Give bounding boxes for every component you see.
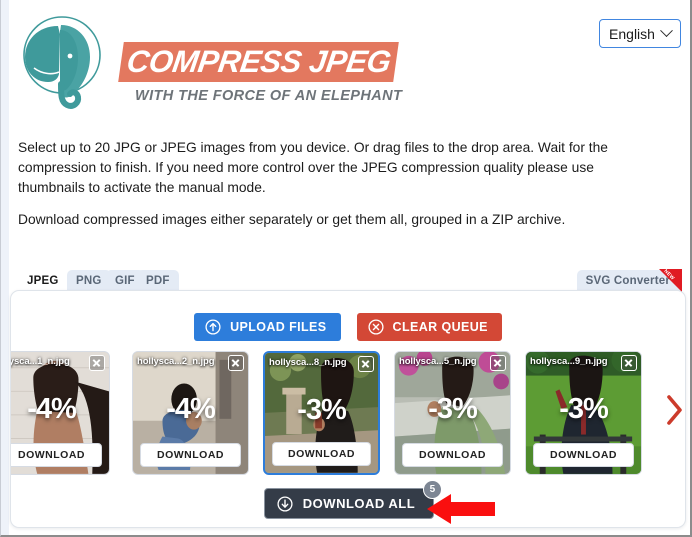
site-header: COMPRESS JPEG WITH THE FORCE OF AN ELEPH… bbox=[9, 0, 690, 128]
clear-queue-button[interactable]: CLEAR QUEUE bbox=[356, 313, 502, 341]
thumbnail-download-button-5[interactable]: DOWNLOAD bbox=[533, 443, 634, 467]
format-tabs: JPEG PNG GIF PDF SVG Converter NEW bbox=[18, 268, 682, 292]
thumbnail-download-button-4[interactable]: DOWNLOAD bbox=[402, 443, 503, 467]
download-all-button[interactable]: DOWNLOAD ALL 5 bbox=[263, 480, 443, 519]
tab-png[interactable]: PNG bbox=[67, 270, 111, 292]
thumbnail-filename-3: hollysca...8_n.jpg bbox=[269, 357, 347, 368]
thumbnail-reduction-4: -3% bbox=[428, 393, 478, 425]
tab-svg-converter[interactable]: SVG Converter NEW bbox=[576, 268, 682, 292]
tab-jpeg[interactable]: JPEG bbox=[18, 270, 68, 292]
intro-paragraph-1: Select up to 20 JPG or JPEG images from … bbox=[18, 140, 608, 195]
thumbnail-reduction-5: -3% bbox=[559, 393, 609, 425]
language-selector-label: English bbox=[609, 25, 655, 42]
brand-title: COMPRESS JPEG bbox=[124, 44, 394, 79]
thumbnail-item-3[interactable]: hollysca...8_n.jpg -3% DOWNLOAD bbox=[263, 351, 380, 475]
brand-tagline: WITH THE FORCE OF AN ELEPHANT bbox=[135, 88, 403, 104]
thumbnail-carousel: ollysca...1_n.jpg -4% DOWNLOAD bbox=[11, 349, 687, 479]
clear-queue-label: CLEAR QUEUE bbox=[392, 320, 488, 334]
download-all-label: DOWNLOAD ALL bbox=[302, 496, 416, 511]
intro-paragraph-2: Download compressed images either separa… bbox=[18, 212, 566, 227]
browser-page: COMPRESS JPEG WITH THE FORCE OF AN ELEPH… bbox=[0, 0, 692, 537]
thumbnail-close-icon-5[interactable] bbox=[621, 355, 637, 371]
upload-files-label: UPLOAD FILES bbox=[230, 320, 327, 334]
close-circle-icon bbox=[367, 319, 384, 335]
tab-svg-converter-label: SVG Converter bbox=[585, 275, 670, 287]
thumbnail-filename-5: hollysca...9_n.jpg bbox=[530, 356, 608, 367]
thumbnail-reduction-3: -3% bbox=[297, 394, 347, 426]
new-ribbon-icon bbox=[659, 269, 682, 292]
upload-files-button[interactable]: UPLOAD FILES bbox=[194, 313, 341, 341]
thumbnail-close-icon-2[interactable] bbox=[228, 355, 244, 371]
thumbnail-item-2[interactable]: hollysca...2_n.jpg -4% DOWNLOAD bbox=[132, 351, 249, 475]
left-gutter bbox=[1, 0, 9, 535]
tab-jpeg-label: JPEG bbox=[27, 275, 59, 287]
elephant-logo-icon bbox=[23, 16, 101, 109]
thumbnail-reduction-2: -4% bbox=[166, 393, 216, 425]
uploader-actions: UPLOAD FILES CLEAR QUEUE bbox=[11, 313, 685, 341]
tab-pdf-label: PDF bbox=[146, 275, 170, 287]
thumbnail-download-button-3[interactable]: DOWNLOAD bbox=[272, 442, 371, 466]
tab-png-label: PNG bbox=[76, 275, 102, 287]
thumbnail-reduction-1: -4% bbox=[27, 393, 77, 425]
uploader-panel: UPLOAD FILES CLEAR QUEUE sca...1_n.jpg -… bbox=[10, 290, 686, 528]
thumbnail-filename-4: hollysca...5_n.jpg bbox=[399, 356, 477, 367]
carousel-next-button[interactable] bbox=[663, 393, 685, 427]
thumbnail-item-1[interactable]: ollysca...1_n.jpg -4% DOWNLOAD bbox=[11, 351, 110, 475]
tab-gif-label: GIF bbox=[115, 275, 135, 287]
thumbnail-download-button-1[interactable]: DOWNLOAD bbox=[11, 443, 102, 467]
thumbnail-item-5[interactable]: hollysca...9_n.jpg -3% DOWNLOAD bbox=[525, 351, 642, 475]
thumbnail-close-icon-4[interactable] bbox=[490, 355, 506, 371]
language-selector[interactable]: English bbox=[599, 19, 681, 48]
thumbnail-filename-1: ollysca...1_n.jpg bbox=[11, 356, 70, 367]
tab-pdf[interactable]: PDF bbox=[137, 270, 179, 292]
thumbnail-item-4[interactable]: hollysca...5_n.jpg -3% DOWNLOAD bbox=[394, 351, 511, 475]
thumbnail-download-button-2[interactable]: DOWNLOAD bbox=[140, 443, 241, 467]
download-circle-icon bbox=[277, 495, 293, 512]
download-all-badge: 5 bbox=[423, 480, 443, 499]
thumbnail-close-icon-1[interactable] bbox=[89, 355, 105, 371]
thumbnail-track: ollysca...1_n.jpg -4% DOWNLOAD bbox=[11, 349, 687, 479]
intro-text: Select up to 20 JPG or JPEG images from … bbox=[18, 138, 618, 230]
download-all-row: DOWNLOAD ALL 5 bbox=[11, 480, 687, 519]
thumbnail-close-icon-3[interactable] bbox=[358, 356, 374, 372]
thumbnail-filename-2: hollysca...2_n.jpg bbox=[137, 356, 215, 367]
upload-circle-icon bbox=[205, 319, 221, 335]
chevron-down-icon bbox=[660, 24, 673, 38]
